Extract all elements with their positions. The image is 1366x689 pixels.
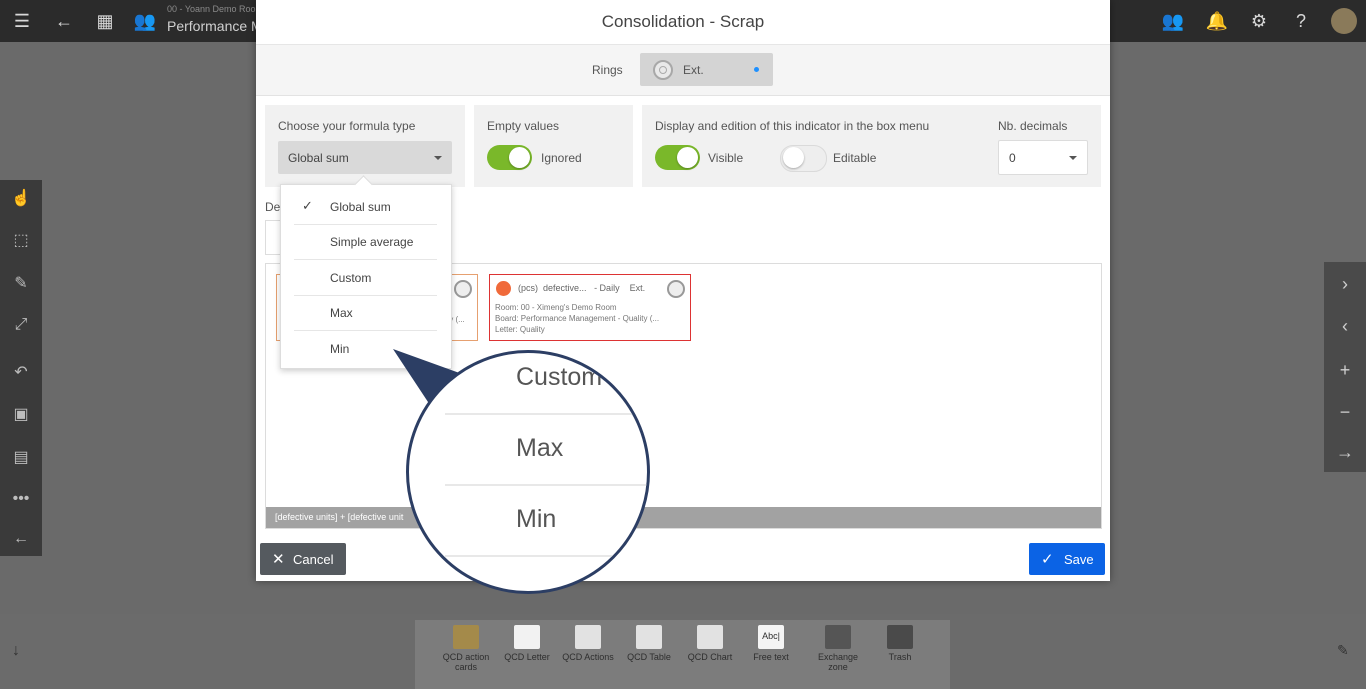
users-icon[interactable]: 👥: [1158, 0, 1188, 42]
board-icon[interactable]: ▦: [90, 0, 120, 42]
save-button[interactable]: ✓ Save: [1029, 543, 1105, 575]
formula-type-value: Global sum: [288, 151, 349, 165]
decimals-value: 0: [1009, 151, 1016, 165]
magnified-option-max: Max: [445, 414, 647, 486]
chart-icon: [697, 625, 723, 649]
board-title: Performance M: [167, 18, 263, 34]
formula-type-select[interactable]: Global sum: [278, 141, 452, 174]
bell-icon[interactable]: 🔔: [1202, 0, 1232, 42]
widget-palette: QCD action cards QCD Letter QCD Actions …: [415, 620, 950, 689]
check-icon: ✓: [1041, 551, 1054, 568]
pen-tool-icon[interactable]: ✎: [0, 273, 42, 293]
empty-values-state: Ignored: [541, 151, 582, 165]
rings-chip[interactable]: Ext.: [640, 53, 773, 86]
select-tool-icon[interactable]: ⬚: [0, 230, 42, 250]
pointer-tool-icon[interactable]: ☝: [0, 188, 42, 208]
more-icon[interactable]: •••: [0, 490, 42, 508]
palette-item-qcd-chart[interactable]: QCD Chart: [680, 620, 740, 662]
decimals-select[interactable]: 0: [998, 140, 1088, 175]
free-text-icon: Abc|: [758, 625, 784, 649]
status-dot-icon: [754, 67, 759, 72]
empty-values-toggle[interactable]: [487, 145, 532, 170]
rings-label: Rings: [592, 63, 623, 77]
palette-item-qcd-table[interactable]: QCD Table: [619, 620, 679, 662]
exchange-zone-icon: [825, 625, 851, 649]
action-cards-icon: [453, 625, 479, 649]
palette-item-exchange-zone[interactable]: Exchange zone: [808, 620, 868, 672]
edit-pencil-icon[interactable]: ✎: [1337, 642, 1349, 659]
check-icon: ✓: [302, 198, 313, 213]
left-toolbar: ☝ ⬚ ✎ ⤢ ↶ ▣ ▤ ••• ←: [0, 180, 42, 556]
rings-bar: Rings Ext.: [256, 45, 1110, 96]
arrow-right-icon[interactable]: →: [1324, 442, 1366, 463]
palette-item-qcd-action-cards[interactable]: QCD action cards: [436, 620, 496, 672]
arrow-down-icon[interactable]: ↓: [12, 642, 20, 660]
card-room: Room: 00 - Ximeng's Demo Room: [495, 303, 617, 312]
ring-icon: [454, 280, 472, 298]
letter-icon: [514, 625, 540, 649]
visible-label: Visible: [708, 151, 744, 165]
palette-item-qcd-letter[interactable]: QCD Letter: [497, 620, 557, 662]
breadcrumb-room: 00 - Yoann Demo Roo: [167, 4, 256, 14]
zoom-magnifier: Custom Max Min: [406, 350, 650, 594]
modal-title: Consolidation - Scrap: [256, 0, 1110, 45]
caret-down-icon: [1069, 156, 1077, 160]
palette-item-trash[interactable]: Trash: [870, 620, 930, 662]
formula-bar[interactable]: [defective units] + [defective unit: [266, 507, 1101, 528]
right-toolbar: › ‹ + − →: [1324, 262, 1366, 472]
help-icon[interactable]: ?: [1286, 0, 1316, 42]
chevron-right-icon[interactable]: ›: [1324, 274, 1366, 295]
zoom-out-icon[interactable]: −: [1324, 402, 1366, 423]
hamburger-icon[interactable]: ☰: [7, 0, 37, 42]
cancel-button[interactable]: ✕ Cancel: [260, 543, 346, 575]
gear-icon[interactable]: ⚙: [1244, 0, 1274, 42]
present-icon[interactable]: ▤: [0, 447, 42, 467]
connector-tool-icon[interactable]: ⤢: [0, 316, 42, 334]
option-custom[interactable]: Custom: [294, 260, 437, 296]
option-simple-average[interactable]: Simple average: [294, 224, 437, 260]
formula-type-label: Choose your formula type: [278, 119, 416, 133]
visible-toggle[interactable]: [655, 145, 700, 170]
team-icon[interactable]: 👥: [130, 0, 160, 42]
trash-icon: [887, 625, 913, 649]
magnified-option-min: Min: [445, 485, 647, 557]
empty-values-label: Empty values: [487, 119, 560, 133]
status-dot-icon: [496, 281, 511, 296]
zoom-in-icon[interactable]: +: [1324, 360, 1366, 381]
editable-toggle[interactable]: [780, 145, 827, 172]
back-arrow-icon[interactable]: ←: [49, 0, 79, 42]
rings-value: Ext.: [683, 63, 704, 77]
card-letter: Letter: Quality: [495, 325, 545, 334]
undo-icon[interactable]: ↶: [0, 362, 42, 382]
actions-icon: [575, 625, 601, 649]
collapse-left-icon[interactable]: ←: [0, 530, 42, 548]
table-icon: [636, 625, 662, 649]
close-icon: ✕: [272, 551, 285, 568]
avatar[interactable]: [1331, 8, 1357, 34]
ring-icon: [653, 60, 673, 80]
caret-down-icon: [434, 156, 442, 160]
chevron-left-icon[interactable]: ‹: [1324, 316, 1366, 337]
editable-label: Editable: [833, 151, 877, 165]
formula-type-panel: Choose your formula type Global sum: [265, 105, 465, 187]
option-global-sum[interactable]: ✓ Global sum: [294, 189, 437, 225]
ring-icon: [667, 280, 685, 298]
empty-values-panel: Empty values Ignored: [474, 105, 633, 187]
indicator-card-2[interactable]: (pcs) defective... - Daily Ext. Room: 00…: [489, 274, 691, 341]
option-max[interactable]: Max: [294, 295, 437, 331]
palette-item-free-text[interactable]: Abc| Free text: [741, 620, 801, 662]
formula-type-dropdown: ✓ Global sum Simple average Custom Max M…: [280, 184, 452, 369]
palette-item-qcd-actions[interactable]: QCD Actions: [558, 620, 618, 662]
card-title: (pcs) defective... - Daily Ext.: [518, 283, 646, 293]
display-label: Display and edition of this indicator in…: [655, 119, 930, 133]
magnified-option-custom: Custom: [445, 353, 647, 415]
decimals-label: Nb. decimals: [998, 119, 1068, 133]
card-board: Board: Performance Management - Quality …: [495, 314, 660, 323]
save-board-icon[interactable]: ▣: [0, 404, 42, 424]
